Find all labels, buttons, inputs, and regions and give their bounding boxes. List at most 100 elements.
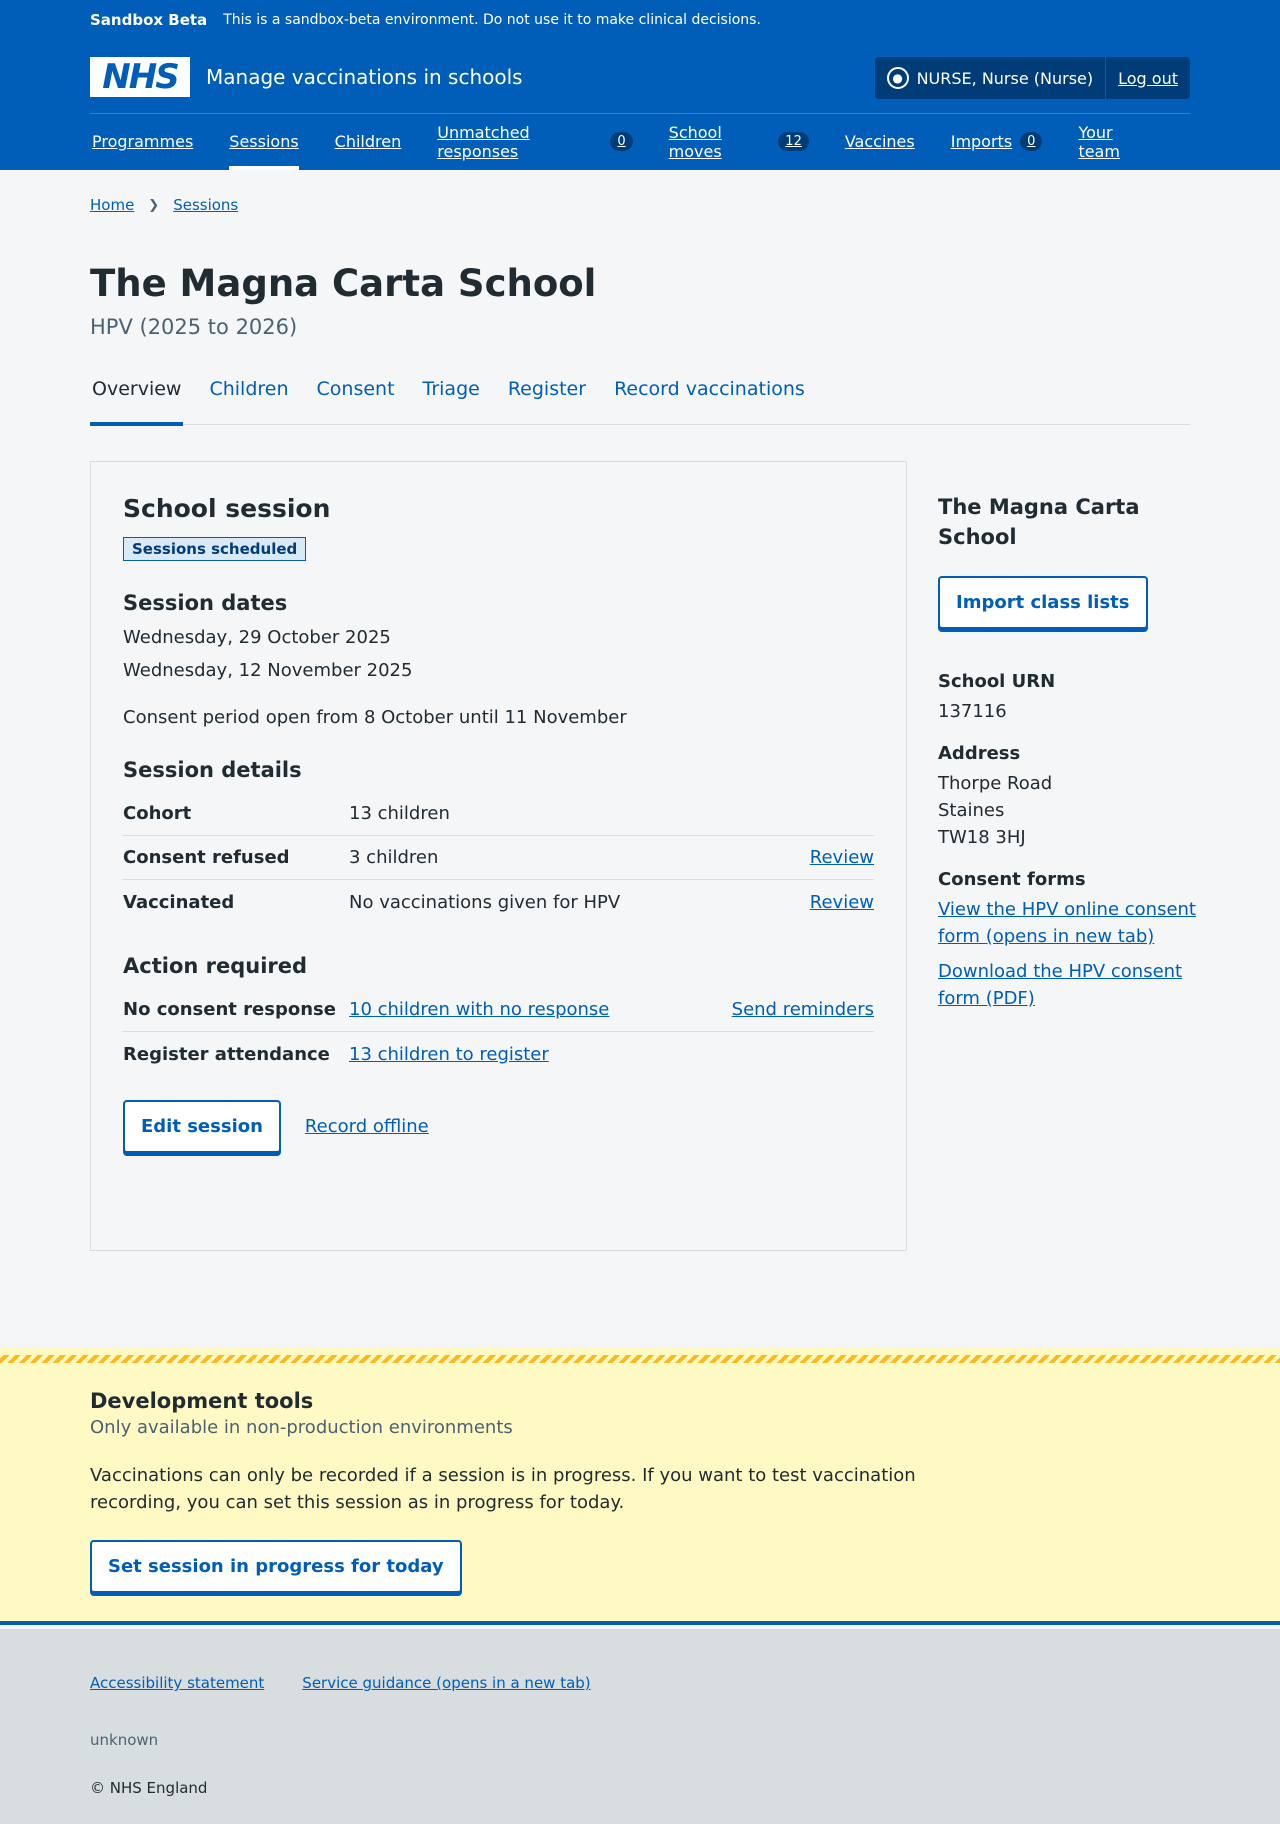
online-consent-form-link[interactable]: View the HPV online consent form (opens …	[938, 896, 1198, 950]
devtools-content: Development tools Only available in non-…	[90, 1389, 990, 1593]
devtools-title: Development tools	[90, 1389, 314, 1413]
set-in-progress-button[interactable]: Set session in progress for today	[90, 1540, 462, 1593]
tab-overview[interactable]: Overview	[90, 375, 184, 426]
secondary-tabs: Overview Children Consent Triage Registe…	[90, 375, 1190, 426]
nav-label: Unmatched responses	[437, 122, 530, 161]
count-badge: 0	[1020, 132, 1043, 151]
nhs-logo[interactable]: NHS	[90, 57, 190, 97]
development-tools: Development tools Only available in non-…	[0, 1347, 1280, 1625]
row-key: No consent response	[123, 999, 336, 1020]
count-badge: 12	[778, 132, 809, 151]
summary-row: Cohort 13 children	[123, 792, 874, 836]
row-value: 3 children	[349, 847, 439, 868]
count-badge: 0	[610, 132, 633, 151]
sandbox-banner: Sandbox Beta This is a sandbox-beta envi…	[90, 11, 761, 29]
footer-links: Accessibility statement Service guidance…	[90, 1674, 591, 1692]
nav-label: Children	[334, 132, 402, 151]
accessibility-statement-link[interactable]: Accessibility statement	[90, 1674, 264, 1692]
urn-label: School URN	[938, 671, 1056, 692]
primary-nav: Programmes Sessions Children Unmatched r…	[90, 113, 1190, 170]
summary-row: Consent refused 3 children Review	[123, 836, 874, 880]
address-line: TW18 3HJ	[938, 827, 1026, 848]
review-link[interactable]: Review	[810, 847, 874, 868]
sandbox-tag: Sandbox Beta	[90, 11, 208, 29]
card-title: School session	[123, 494, 331, 523]
chevron-right-icon: ❯	[148, 197, 160, 213]
nav-unmatched-responses[interactable]: Unmatched responses 0	[437, 113, 633, 170]
send-reminders-link[interactable]: Send reminders	[732, 999, 874, 1020]
account-menu: ● NURSE, Nurse (Nurse) Log out	[874, 57, 1190, 99]
site-header: Sandbox Beta This is a sandbox-beta envi…	[0, 0, 1280, 170]
sandbox-message: This is a sandbox-beta environment. Do n…	[223, 12, 761, 28]
tab-triage[interactable]: Triage	[421, 375, 482, 425]
consent-forms-label: Consent forms	[938, 869, 1086, 890]
tab-record-vaccinations[interactable]: Record vaccinations	[612, 375, 807, 425]
devtools-text: Vaccinations can only be recorded if a s…	[90, 1465, 916, 1513]
card-actions: Edit session Record offline	[123, 1100, 874, 1153]
breadcrumb-home[interactable]: Home	[90, 196, 134, 214]
service-name[interactable]: Manage vaccinations in schools	[206, 65, 523, 89]
school-sidebar: The Magna Carta School Import class list…	[938, 492, 1198, 1020]
nav-vaccines[interactable]: Vaccines	[845, 113, 915, 170]
review-link[interactable]: Review	[810, 892, 874, 913]
status-badge: Sessions scheduled	[123, 537, 307, 561]
main-content: Home ❯ Sessions The Magna Carta School H…	[90, 170, 1196, 1251]
nav-children[interactable]: Children	[335, 113, 402, 170]
copyright: © NHS England	[90, 1779, 208, 1797]
nav-school-moves[interactable]: School moves 12	[669, 113, 809, 170]
session-details-heading: Session details	[123, 758, 302, 782]
nhs-logo-text: NHS	[93, 57, 187, 97]
address-label: Address	[938, 743, 1021, 764]
row-value: No vaccinations given for HPV	[349, 891, 621, 913]
service-guidance-link[interactable]: Service guidance (opens in a new tab)	[302, 1674, 590, 1692]
consent-period: Consent period open from 8 October until…	[123, 707, 627, 728]
row-key: Cohort	[123, 803, 192, 824]
breadcrumb: Home ❯ Sessions	[90, 196, 1190, 214]
tab-children[interactable]: Children	[207, 375, 290, 425]
no-response-link[interactable]: 10 children with no response	[349, 999, 732, 1020]
account-user: ● NURSE, Nurse (Nurse)	[875, 57, 1107, 99]
address-value: Thorpe Road Staines TW18 3HJ	[938, 770, 1198, 851]
action-required-list: No consent response 10 children with no …	[123, 988, 874, 1076]
row-key: Register attendance	[123, 1043, 330, 1065]
logout-link[interactable]: Log out	[1106, 57, 1190, 99]
page-subtitle: HPV (2025 to 2026)	[90, 315, 298, 339]
nav-sessions[interactable]: Sessions	[229, 113, 300, 170]
breadcrumb-sessions[interactable]: Sessions	[173, 196, 238, 214]
site-footer: Accessibility statement Service guidance…	[0, 1629, 1280, 1824]
user-icon: ●	[886, 67, 909, 89]
address-line: Staines	[938, 800, 1005, 821]
action-required-heading: Action required	[123, 954, 308, 978]
nav-your-team[interactable]: Your team	[1078, 113, 1154, 170]
row-value: 13 children	[349, 803, 450, 824]
row-key: Vaccinated	[123, 891, 235, 913]
record-offline-link[interactable]: Record offline	[305, 1116, 429, 1137]
tab-consent[interactable]: Consent	[315, 375, 397, 425]
user-name: NURSE, Nurse (Nurse)	[916, 68, 1094, 88]
import-class-lists-button[interactable]: Import class lists	[938, 576, 1148, 629]
session-date: Wednesday, 29 October 2025	[123, 627, 391, 648]
nav-label: Vaccines	[844, 132, 915, 151]
app-version: unknown	[90, 1731, 159, 1749]
nav-label: Sessions	[229, 132, 299, 151]
consent-forms-links: View the HPV online consent form (opens …	[938, 896, 1198, 1012]
nav-imports[interactable]: Imports 0	[951, 113, 1043, 170]
register-link[interactable]: 13 children to register	[349, 1044, 874, 1065]
nav-label: School moves	[668, 122, 722, 161]
summary-row: No consent response 10 children with no …	[123, 988, 874, 1032]
address-line: Thorpe Road	[938, 773, 1053, 794]
nav-label: Your team	[1078, 122, 1120, 161]
download-consent-form-link[interactable]: Download the HPV consent form (PDF)	[938, 958, 1198, 1012]
summary-row: Register attendance 13 children to regis…	[123, 1032, 874, 1076]
school-details: School URN 137116 Address Thorpe Road St…	[938, 671, 1198, 1012]
session-dates-heading: Session dates	[123, 591, 288, 615]
sidebar-school-name: The Magna Carta School	[938, 495, 1140, 549]
nav-programmes[interactable]: Programmes	[92, 113, 193, 170]
school-session-card: School session Sessions scheduled Sessio…	[90, 461, 907, 1251]
nav-label: Programmes	[92, 132, 194, 151]
edit-session-button[interactable]: Edit session	[123, 1100, 281, 1153]
summary-row: Vaccinated No vaccinations given for HPV…	[123, 880, 874, 924]
tab-register[interactable]: Register	[506, 375, 588, 425]
nav-label: Imports	[950, 132, 1013, 151]
session-date: Wednesday, 12 November 2025	[123, 660, 413, 681]
